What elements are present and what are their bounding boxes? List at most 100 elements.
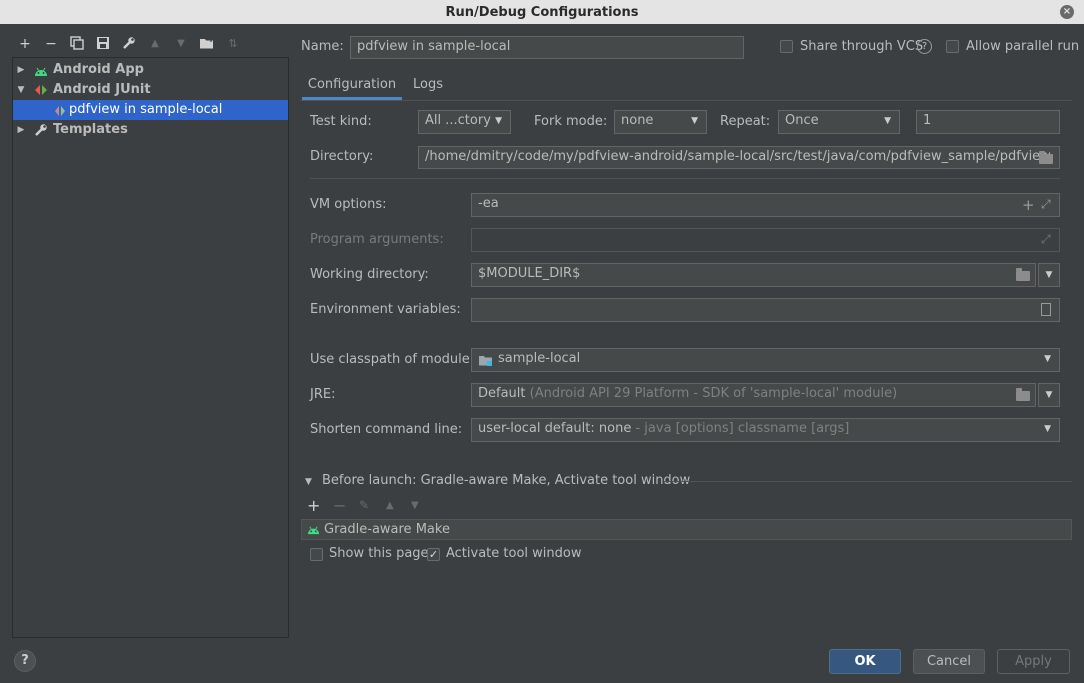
program-args-field[interactable] [471, 228, 1060, 252]
test-kind-value: All ...ctory [425, 113, 491, 128]
tree-item-label: Templates [53, 122, 128, 137]
working-dir-value: $MODULE_DIR$ [478, 266, 581, 281]
repeat-dropdown[interactable]: Once ▼ [778, 110, 900, 134]
jre-field[interactable]: Default (Android API 29 Platform - SDK o… [471, 383, 1036, 407]
browse-folder-icon[interactable] [1016, 268, 1030, 281]
sort-icon[interactable]: ⇅ [225, 36, 241, 52]
env-vars-field[interactable] [471, 298, 1060, 322]
save-icon[interactable] [95, 36, 111, 52]
expand-icon[interactable]: ▶ [16, 120, 26, 140]
program-args-label: Program arguments: [310, 232, 444, 247]
shorten-dropdown[interactable]: user-local default: none - java [options… [471, 418, 1060, 442]
ok-button[interactable]: OK [829, 649, 901, 674]
tree-item-android-junit[interactable]: ▼ Android JUnit [13, 80, 288, 100]
move-up-icon[interactable]: ▲ [386, 500, 394, 511]
directory-field[interactable]: /home/dmitry/code/my/pdfview-android/sam… [418, 146, 1060, 169]
move-down-icon[interactable]: ▼ [173, 36, 189, 52]
add-icon[interactable]: + [17, 36, 33, 52]
close-icon[interactable]: × [1060, 5, 1074, 19]
chevron-down-icon[interactable]: ▼ [1038, 383, 1060, 407]
android-icon [307, 524, 320, 539]
working-dir-field[interactable]: $MODULE_DIR$ [471, 263, 1036, 287]
classpath-dropdown[interactable]: sample-local ▼ [471, 348, 1060, 372]
fork-mode-label: Fork mode: [534, 114, 608, 129]
tab-divider [300, 100, 1072, 101]
copy-icon[interactable] [69, 36, 85, 52]
tab-configuration[interactable]: Configuration [302, 70, 402, 100]
divider [664, 481, 1072, 482]
vm-options-field[interactable]: -ea [471, 193, 1060, 217]
cancel-button[interactable]: Cancel [913, 649, 985, 674]
module-folder-icon [478, 354, 494, 371]
classpath-value: sample-local [498, 351, 581, 366]
env-vars-label: Environment variables: [310, 302, 461, 317]
wrench-icon [34, 123, 48, 144]
help-icon[interactable]: ? [917, 39, 932, 54]
remove-icon[interactable]: − [43, 36, 59, 52]
repeat-value: Once [785, 113, 819, 128]
before-launch-title: Before launch: Gradle-aware Make, Activa… [322, 473, 691, 488]
add-task-icon[interactable]: + [307, 496, 320, 515]
jre-hint: (Android API 29 Platform - SDK of 'sampl… [529, 386, 898, 401]
show-page-label: Show this page [329, 546, 429, 561]
test-kind-dropdown[interactable]: All ...ctory ▼ [418, 110, 511, 134]
chevron-down-icon: ▼ [1044, 424, 1051, 434]
name-label: Name: [301, 39, 344, 54]
chevron-down-icon: ▼ [884, 116, 891, 126]
test-kind-label: Test kind: [310, 114, 372, 129]
expand-icon[interactable]: ▶ [16, 60, 26, 80]
jre-value: Default [478, 386, 526, 401]
expand-icon[interactable]: ⤢ [1041, 232, 1051, 247]
document-icon[interactable] [1041, 303, 1051, 316]
tree-item-pdfview-config[interactable]: pdfview in sample-local [13, 100, 288, 120]
tree-item-android-app[interactable]: ▶ Android App [13, 60, 288, 80]
collapse-icon[interactable]: ▼ [16, 80, 26, 100]
vm-options-value: -ea [478, 196, 499, 211]
help-button[interactable]: ? [14, 650, 36, 672]
working-dir-label: Working directory: [310, 267, 429, 282]
tab-logs[interactable]: Logs [404, 70, 452, 100]
divider [310, 178, 1060, 179]
tree-item-label: pdfview in sample-local [69, 102, 223, 117]
apply-button[interactable]: Apply [997, 649, 1070, 674]
shorten-label: Shorten command line: [310, 422, 463, 437]
chevron-down-icon: ▼ [495, 116, 502, 126]
wrench-icon[interactable] [121, 36, 137, 52]
share-vcs-checkbox[interactable] [780, 40, 793, 53]
move-up-icon[interactable]: ▲ [147, 36, 163, 52]
directory-label: Directory: [310, 149, 374, 164]
share-vcs-label: Share through VCS [800, 39, 924, 54]
activate-tool-window-checkbox[interactable]: ✓ [427, 548, 440, 561]
fork-mode-dropdown[interactable]: none ▼ [614, 110, 707, 134]
show-page-checkbox[interactable] [310, 548, 323, 561]
chevron-down-icon[interactable]: ▼ [1038, 263, 1060, 287]
browse-folder-icon[interactable] [1016, 388, 1030, 401]
remove-task-icon[interactable]: − [333, 496, 346, 515]
window-title: Run/Debug Configurations [445, 5, 639, 20]
configuration-tree[interactable]: ▶ Android App ▼ Android JUnit pdfview in… [12, 57, 289, 638]
jre-label: JRE: [310, 387, 336, 402]
name-field[interactable]: pdfview in sample-local [350, 36, 744, 59]
expand-icon[interactable]: ⤢ [1041, 197, 1051, 212]
repeat-label: Repeat: [720, 114, 771, 129]
fork-mode-value: none [621, 113, 654, 128]
activate-tool-window-label: Activate tool window [446, 546, 582, 561]
repeat-count-field[interactable]: 1 [916, 110, 1060, 134]
edit-task-icon[interactable]: ✎ [359, 498, 369, 512]
chevron-down-icon: ▼ [691, 116, 698, 126]
title-bar: Run/Debug Configurations × [0, 0, 1084, 24]
task-list[interactable]: Gradle-aware Make [301, 519, 1072, 540]
allow-parallel-label: Allow parallel run [966, 39, 1080, 54]
browse-folder-icon[interactable] [1039, 151, 1053, 164]
shorten-hint: - java [options] classname [args] [635, 421, 850, 436]
tree-item-label: Android App [53, 62, 144, 77]
new-folder-icon[interactable] [199, 36, 215, 52]
add-icon[interactable]: + [1022, 196, 1035, 214]
move-down-icon[interactable]: ▼ [411, 500, 419, 511]
tree-item-label: Android JUnit [53, 82, 151, 97]
collapse-icon[interactable]: ▼ [305, 477, 312, 487]
tree-item-templates[interactable]: ▶ Templates [13, 120, 288, 140]
chevron-down-icon: ▼ [1044, 354, 1051, 364]
allow-parallel-checkbox[interactable] [946, 40, 959, 53]
shorten-value: user-local default: none [478, 421, 632, 436]
